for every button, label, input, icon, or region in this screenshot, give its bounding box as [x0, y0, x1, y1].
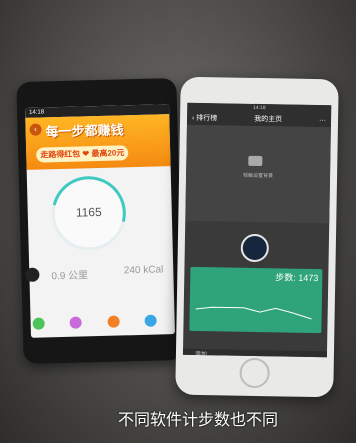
- add-row[interactable]: 添加: [182, 348, 328, 358]
- profile-cover[interactable]: 轻触设置背景: [185, 124, 331, 224]
- step-trend-line: [195, 306, 312, 320]
- profile-avatar[interactable]: [240, 233, 270, 263]
- cover-hint: 轻触设置背景: [242, 172, 274, 180]
- calories-value: 240 kCal: [123, 264, 164, 277]
- photo-caption: 不同软件计步数也不同: [118, 410, 279, 429]
- nav-back-button[interactable]: ‹ 排行榜: [192, 113, 217, 123]
- camera-icon[interactable]: [248, 155, 263, 167]
- app-icon-orange[interactable]: [107, 315, 120, 328]
- back-icon[interactable]: ‹: [29, 123, 42, 136]
- distance-value: 0.9 公里: [51, 270, 89, 283]
- photo: 14:18 ‹ 每一步都赚钱 走路得红包 ❤ 最高20元 1165 0.9 公里…: [0, 0, 356, 443]
- banner-subtitle: 走路得红包 ❤ 最高20元: [36, 145, 129, 163]
- left-step-count: 1165: [75, 204, 102, 220]
- left-status-time: 14:18: [29, 109, 45, 116]
- left-phone: 14:18 ‹ 每一步都赚钱 走路得红包 ❤ 最高20元 1165 0.9 公里…: [16, 77, 184, 365]
- app-icon-purple[interactable]: [69, 316, 83, 329]
- banner-title: 每一步都赚钱: [45, 122, 124, 140]
- app-icon-green[interactable]: [32, 317, 45, 330]
- promo-banner[interactable]: ‹ 每一步都赚钱 走路得红包 ❤ 最高20元: [25, 114, 171, 170]
- home-button[interactable]: [239, 357, 270, 389]
- step-chart: 步数: 1473: [189, 266, 323, 334]
- app-icon-blue[interactable]: [144, 314, 157, 327]
- nav-title: 我的主页: [254, 115, 283, 124]
- right-phone: 14:18 ‹ 排行榜 我的主页 ··· 轻触设置背景 步数: 1473 添加: [175, 76, 339, 398]
- more-icon[interactable]: ···: [319, 117, 326, 124]
- right-screen: 14:18 ‹ 排行榜 我的主页 ··· 轻触设置背景 步数: 1473 添加: [182, 102, 332, 358]
